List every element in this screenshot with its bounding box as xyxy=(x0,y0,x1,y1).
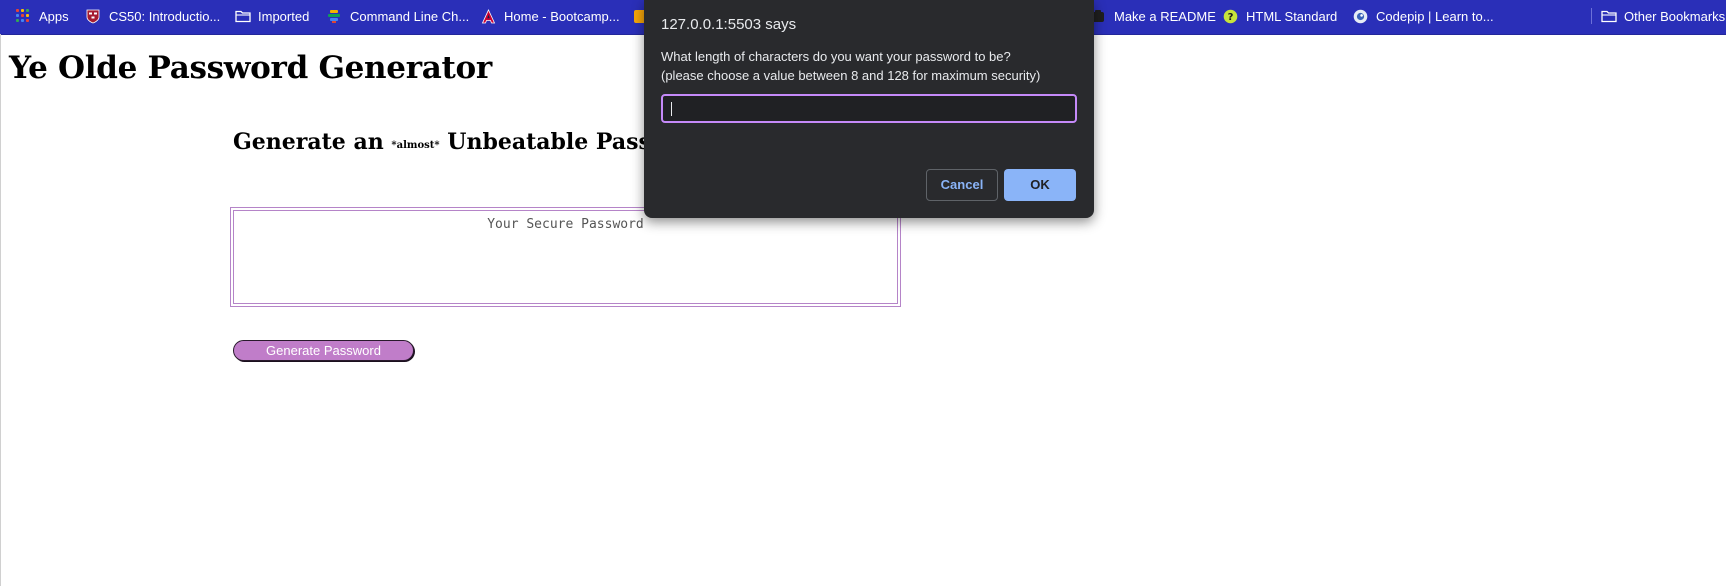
arizona-a-icon xyxy=(481,8,496,24)
dialog-message-line: (please choose a value between 8 and 128… xyxy=(661,68,1041,83)
bookmark-cs50[interactable]: CS50: Introductio... xyxy=(86,0,220,32)
dialog-message-line: What length of characters do you want yo… xyxy=(661,49,1011,64)
bookmark-label: Other Bookmarks xyxy=(1624,8,1726,24)
text-caret xyxy=(671,102,672,116)
dialog-length-input[interactable] xyxy=(661,94,1077,123)
bookmark-command-line[interactable]: Command Line Ch... xyxy=(327,0,469,32)
apps-grid-icon xyxy=(16,8,31,24)
bookmark-label: Imported xyxy=(258,8,310,24)
bookmark-label: CS50: Introductio... xyxy=(109,8,221,24)
folder-icon xyxy=(235,9,251,24)
codepip-icon xyxy=(1353,9,1368,24)
password-placeholder: Your Secure Password xyxy=(487,217,644,232)
generate-password-button[interactable]: Generate Password xyxy=(233,340,414,361)
page-left-border xyxy=(0,34,1,586)
bookmark-label: Codepip | Learn to... xyxy=(1376,8,1494,24)
bookmark-other-bookmarks[interactable]: Other Bookmarks xyxy=(1601,0,1725,32)
dialog-origin-title: 127.0.0.1:5503 says xyxy=(661,16,797,33)
stacked-layers-icon xyxy=(327,9,342,24)
heading-text-start: Generate an xyxy=(233,129,392,155)
prompt-dialog: 127.0.0.1:5503 says What length of chara… xyxy=(644,0,1094,218)
password-textarea[interactable]: Your Secure Password xyxy=(230,207,901,307)
heading-small-word: *almost* xyxy=(391,140,440,151)
folder-icon xyxy=(1601,9,1617,24)
bookmarks-separator xyxy=(1591,8,1592,24)
dialog-message: What length of characters do you want yo… xyxy=(661,47,1040,85)
bookmark-codepip[interactable]: Codepip | Learn to... xyxy=(1353,0,1494,32)
svg-text:?: ? xyxy=(1228,12,1234,23)
bookmark-imported-folder[interactable]: Imported xyxy=(235,0,309,32)
bookmark-html-standard[interactable]: ? HTML Standard xyxy=(1223,0,1337,32)
bookmark-label: Apps xyxy=(39,8,69,24)
cancel-button[interactable]: Cancel xyxy=(926,169,998,201)
bookmark-label: Make a README xyxy=(1114,8,1216,24)
bookmark-home-bootcamp[interactable]: Home - Bootcamp... xyxy=(481,0,620,32)
bookmark-label: HTML Standard xyxy=(1246,8,1338,24)
page-title: Ye Olde Password Generator xyxy=(9,50,492,86)
ok-button[interactable]: OK xyxy=(1004,169,1076,201)
whatwg-icon: ? xyxy=(1223,9,1238,24)
bookmark-make-readme[interactable]: Make a README xyxy=(1091,0,1216,32)
bookmark-label: Command Line Ch... xyxy=(350,8,470,24)
harvard-shield-icon xyxy=(86,9,101,24)
bookmark-apps[interactable]: Apps xyxy=(16,0,69,32)
bookmark-label: Home - Bootcamp... xyxy=(504,8,620,24)
